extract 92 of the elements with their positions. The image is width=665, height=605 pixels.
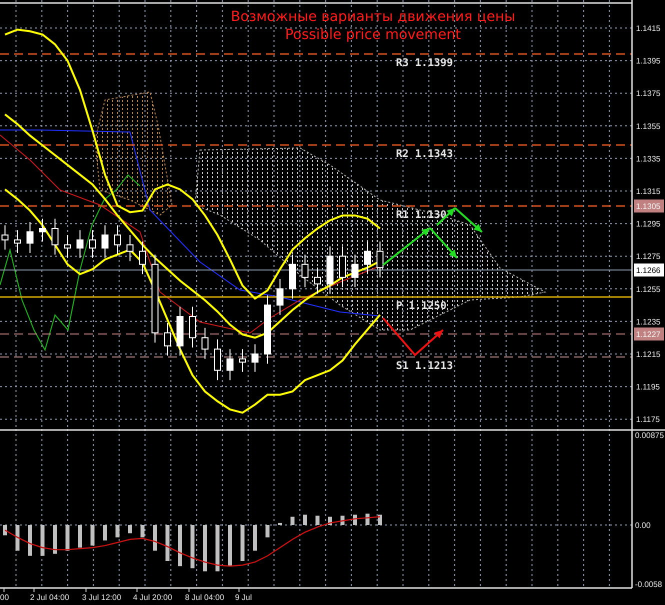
price-tag: 1.1227: [634, 328, 664, 340]
candlestick: [314, 267, 321, 294]
candlestick: [102, 224, 108, 258]
histogram-bar: [78, 525, 82, 548]
histogram-bar: [353, 514, 357, 525]
price-tag: 1.1266: [634, 264, 664, 276]
histogram-bar: [178, 525, 182, 566]
candlestick: [126, 234, 134, 262]
arrow: [382, 317, 444, 356]
histogram-bar: [290, 516, 294, 525]
histogram-bar: [103, 525, 107, 540]
axis-label: 1.1395: [636, 56, 660, 66]
axis-label: 9 Jul: [235, 593, 252, 602]
candlestick: [189, 306, 196, 348]
candlestick: [39, 218, 46, 242]
axis-label: 4 Jul 20:00: [133, 593, 172, 602]
axis-label: 2 Jul 04:00: [30, 593, 70, 602]
candlestick: [214, 338, 221, 381]
histogram-bar: [266, 525, 270, 538]
candlestick: [202, 327, 208, 360]
candlestick: [176, 306, 184, 356]
candlestick: [226, 348, 234, 381]
histogram-bar: [228, 525, 232, 566]
candlestick: [364, 241, 371, 275]
histogram-bar: [316, 516, 320, 525]
candlestick: [376, 241, 384, 278]
price-tag: 1.1305: [634, 200, 664, 212]
axis-label: 1.1375: [636, 89, 660, 98]
level-label: R3 1.1399: [396, 57, 453, 69]
histogram-bar: [140, 525, 144, 538]
candlestick: [339, 246, 346, 288]
candlestick: [239, 348, 246, 372]
axis-label: 1.1335: [636, 154, 660, 164]
candlestick: [64, 234, 71, 258]
axis-label: -0.0058: [635, 580, 662, 589]
axis-label: 1.1195: [636, 382, 660, 392]
axis-label: 1.1415: [636, 24, 660, 33]
axis-label: 1.1235: [636, 317, 660, 326]
histogram-bar: [203, 525, 207, 572]
histogram-bar: [3, 525, 7, 536]
histogram-bar: [303, 514, 307, 525]
axis-label: 3 Jul 12:00: [82, 593, 122, 602]
candlestick: [139, 241, 146, 275]
histogram-bar: [66, 525, 70, 551]
histogram-bar: [53, 525, 57, 554]
chart-title: Возможные варианты движения цены: [230, 9, 516, 25]
candlestick: [52, 218, 58, 256]
histogram-bar: [90, 525, 94, 546]
candlestick: [276, 278, 284, 316]
histogram-bar: [190, 525, 194, 568]
axis-label: 00: [0, 593, 9, 602]
candlestick: [26, 221, 34, 254]
candlestick: [264, 294, 271, 364]
histogram-bar: [340, 516, 344, 525]
histogram-bar: [128, 525, 132, 534]
histogram-bar: [40, 525, 44, 556]
histogram-bar: [16, 525, 20, 551]
candlestick: [76, 230, 84, 258]
histogram-bar: [366, 514, 370, 525]
candlestick: [289, 254, 296, 300]
axis-label: 0.00: [635, 521, 651, 530]
histogram-bar: [378, 514, 382, 525]
candlestick: [252, 344, 258, 372]
histogram-bar: [153, 525, 157, 551]
axis-label: 1.1215: [636, 350, 660, 359]
level-label: P 1.1250: [396, 300, 447, 312]
axis-label: 8 Jul 04:00: [185, 593, 224, 602]
level-label: S1 1.1213: [396, 360, 453, 372]
level-label: R2 1.1343: [396, 148, 453, 160]
histogram-bar: [166, 525, 170, 561]
axis-label: 1.1275: [636, 252, 660, 262]
histogram-bar: [28, 525, 32, 556]
candlestick: [164, 322, 171, 356]
candlestick: [14, 230, 21, 254]
histogram-bar: [253, 525, 257, 551]
candlestick: [114, 224, 121, 256]
histogram-bar: [328, 516, 332, 525]
histogram-bar: [116, 525, 120, 538]
axis-label: 1.1175: [636, 415, 660, 424]
axis-label: 1.1295: [636, 220, 660, 229]
candlestick: [302, 254, 308, 288]
axis-label: 1.1355: [636, 122, 660, 131]
axis-label: 1.1315: [636, 187, 660, 196]
axis-label: 0.00875: [635, 431, 664, 440]
candlestick: [89, 230, 96, 258]
axis-label: 1.1255: [636, 284, 660, 294]
histogram-bar: [278, 522, 282, 525]
histogram-bar: [216, 525, 220, 572]
chart-title: Possible price movement: [285, 27, 461, 43]
histogram-bar: [240, 525, 244, 561]
candlestick: [352, 254, 358, 288]
candlestick: [326, 246, 334, 294]
